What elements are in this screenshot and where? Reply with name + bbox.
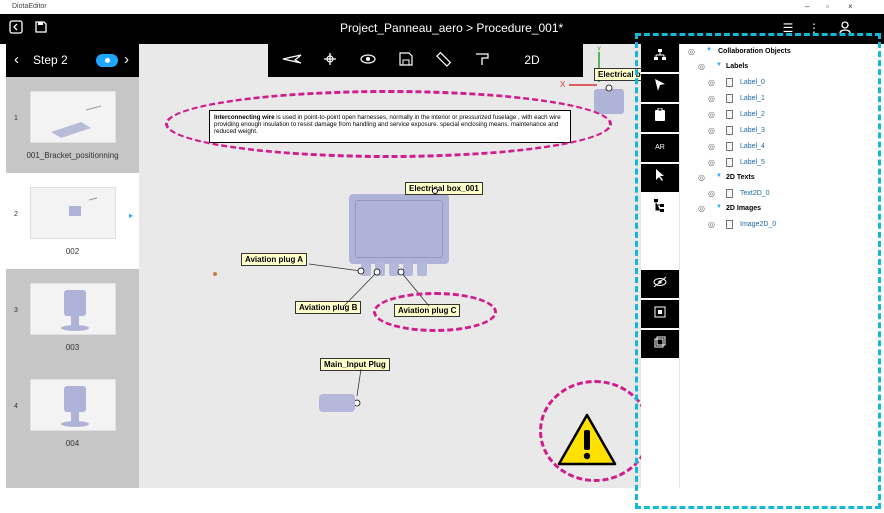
maximize-button[interactable]: ▫ xyxy=(826,2,829,11)
save-icon[interactable] xyxy=(33,20,49,36)
step-item[interactable]: 3 003 xyxy=(6,269,139,365)
warning-icon xyxy=(557,413,617,466)
exit-icon[interactable] xyxy=(8,20,24,36)
step-number: 2 xyxy=(14,211,18,218)
step-name: 003 xyxy=(65,343,80,352)
main-input-plug-model[interactable] xyxy=(319,394,355,412)
step-name: 004 xyxy=(65,439,80,448)
annotation-ellipse-info xyxy=(165,90,612,158)
step-thumbnail xyxy=(30,283,116,335)
step-name: 002 xyxy=(65,247,80,256)
step-thumbnail xyxy=(30,187,116,239)
step-navigator: ‹ Step 2 › xyxy=(6,44,139,77)
step-number: 3 xyxy=(14,307,18,314)
current-step-label: Step 2 xyxy=(33,53,68,67)
step-item-selected[interactable]: 2 ▸ 002 xyxy=(6,173,139,269)
close-button[interactable]: × xyxy=(848,2,853,11)
next-step-button[interactable]: › xyxy=(124,51,129,68)
step-item[interactable]: 4 004 xyxy=(6,365,139,461)
step-thumbnail xyxy=(30,91,116,143)
window-title-bar: DiotaEditor – ▫ × xyxy=(0,0,884,14)
step-thumbnail xyxy=(30,379,116,431)
step-toggle[interactable] xyxy=(96,54,118,67)
annotation-rectangle-tree xyxy=(635,33,881,509)
selected-step-indicator: ▸ xyxy=(128,211,133,220)
step-item[interactable]: 1 001_Bracket_positionning xyxy=(6,77,139,173)
annotation-ellipse-plug-c xyxy=(373,292,497,332)
step-number: 4 xyxy=(14,403,18,410)
window-title: DiotaEditor xyxy=(12,3,47,10)
minimize-button[interactable]: – xyxy=(805,2,809,11)
document-title: Project_Panneau_aero > Procedure_001* xyxy=(340,21,564,35)
step-name: 001_Bracket_positionning xyxy=(26,151,119,160)
step-number: 1 xyxy=(14,115,18,122)
3d-viewport[interactable]: 2D Interconnecting wire is used in point… xyxy=(139,44,641,488)
step-panel: ‹ Step 2 › 1 001_Bracket_positionning 2 … xyxy=(6,44,139,488)
app-window: DiotaEditor – ▫ × Project_Panneau_aero >… xyxy=(0,0,884,513)
previous-step-button[interactable]: ‹ xyxy=(14,51,19,68)
